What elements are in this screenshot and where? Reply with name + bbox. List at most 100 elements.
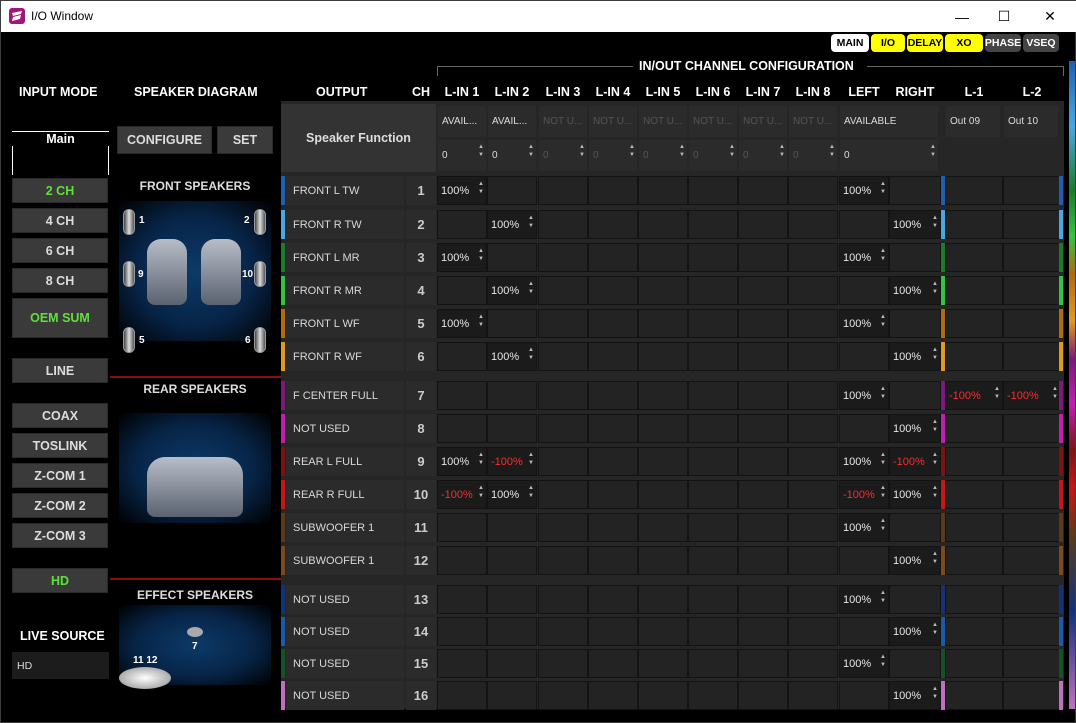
matrix-cell[interactable] [738, 513, 788, 542]
matrix-cell[interactable] [738, 342, 788, 371]
mix-level-value[interactable]: -100% ▲ ▼ [438, 481, 486, 508]
matrix-cell[interactable] [889, 649, 941, 678]
speaker-function-cell[interactable]: NOT USED [286, 649, 404, 678]
config-status-0[interactable]: AVAIL... [438, 106, 486, 137]
matrix-cell[interactable] [945, 681, 1003, 710]
minimize-button[interactable]: — [939, 1, 985, 32]
matrix-cell[interactable] [638, 309, 688, 338]
matrix-cell[interactable] [437, 546, 487, 575]
matrix-cell[interactable] [588, 414, 638, 443]
matrix-cell[interactable] [788, 210, 838, 239]
mix-level-value[interactable]: 100% ▲ ▼ [438, 310, 486, 337]
matrix-cell[interactable] [788, 309, 838, 338]
matrix-cell[interactable] [889, 309, 941, 338]
spinner-arrows-icon[interactable]: ▲ ▼ [779, 143, 785, 159]
matrix-cell[interactable] [945, 546, 1003, 575]
input-mode-4-ch[interactable]: 4 CH [12, 208, 108, 233]
matrix-cell[interactable] [889, 243, 941, 272]
matrix-cell[interactable] [945, 276, 1003, 305]
matrix-cell[interactable] [839, 342, 889, 371]
mix-level-value[interactable]: 100% ▲ ▼ [488, 343, 536, 370]
matrix-cell[interactable] [738, 210, 788, 239]
matrix-cell[interactable] [945, 210, 1003, 239]
input-mode-oem-sum[interactable]: OEM SUM [12, 298, 108, 338]
matrix-cell[interactable] [1003, 513, 1061, 542]
matrix-cell[interactable] [487, 585, 537, 614]
nav-button-phase[interactable]: PHASE [985, 34, 1021, 52]
matrix-cell[interactable] [688, 309, 738, 338]
spinner-arrows-icon[interactable]: ▲ ▼ [932, 451, 938, 467]
matrix-cell[interactable] [738, 480, 788, 509]
spinner-arrows-icon[interactable]: ▲ ▼ [1052, 385, 1058, 401]
matrix-cell[interactable] [945, 243, 1003, 272]
spinner-arrows-icon[interactable]: ▲ ▼ [478, 313, 484, 329]
matrix-cell[interactable] [1003, 617, 1061, 646]
matrix-cell[interactable] [788, 276, 838, 305]
matrix-cell[interactable] [487, 309, 537, 338]
speaker-1-icon[interactable] [123, 209, 135, 235]
matrix-cell[interactable] [638, 276, 688, 305]
matrix-cell[interactable] [839, 546, 889, 575]
matrix-cell[interactable] [788, 546, 838, 575]
speaker-5-icon[interactable] [123, 327, 135, 353]
matrix-cell[interactable] [738, 276, 788, 305]
config-value-0[interactable]: 0 ▲ ▼ [438, 140, 486, 171]
matrix-cell[interactable] [588, 585, 638, 614]
spinner-arrows-icon[interactable]: ▲ ▼ [880, 589, 886, 605]
matrix-cell[interactable] [588, 480, 638, 509]
matrix-cell[interactable] [788, 342, 838, 371]
config-status-4[interactable]: NOT U... [639, 106, 687, 137]
matrix-cell[interactable] [788, 649, 838, 678]
spinner-arrows-icon[interactable]: ▲ ▼ [478, 484, 484, 500]
matrix-cell[interactable] [788, 513, 838, 542]
digital-input-toslink[interactable]: TOSLINK [12, 433, 108, 458]
matrix-cell[interactable] [487, 381, 537, 410]
speaker-9-icon[interactable] [123, 261, 135, 287]
matrix-cell[interactable] [437, 342, 487, 371]
config-status-3[interactable]: NOT U... [589, 106, 637, 137]
close-button[interactable]: ✕ [1027, 1, 1073, 32]
speaker-function-cell[interactable]: REAR R FULL [286, 480, 404, 509]
matrix-cell[interactable] [538, 681, 588, 710]
matrix-cell[interactable] [538, 447, 588, 476]
matrix-cell[interactable] [945, 649, 1003, 678]
spinner-arrows-icon[interactable]: ▲ ▼ [579, 143, 585, 159]
nav-button-main[interactable]: MAIN [831, 34, 869, 52]
matrix-cell[interactable] [688, 381, 738, 410]
config-status-11[interactable]: Out 10 [1004, 106, 1058, 137]
matrix-cell[interactable] [1003, 447, 1061, 476]
mix-level-value[interactable]: 100% ▲ ▼ [890, 415, 940, 442]
matrix-cell[interactable] [788, 381, 838, 410]
speaker-function-cell[interactable]: REAR L FULL [286, 447, 404, 476]
matrix-cell[interactable] [588, 243, 638, 272]
matrix-cell[interactable] [688, 649, 738, 678]
matrix-cell[interactable] [788, 176, 838, 205]
hd-button[interactable]: HD [12, 568, 108, 593]
matrix-cell[interactable] [538, 649, 588, 678]
matrix-cell[interactable] [588, 342, 638, 371]
speaker-10-icon[interactable] [254, 261, 266, 287]
matrix-cell[interactable] [588, 649, 638, 678]
matrix-cell[interactable] [538, 480, 588, 509]
matrix-cell[interactable] [788, 617, 838, 646]
matrix-cell[interactable] [538, 381, 588, 410]
matrix-cell[interactable] [945, 342, 1003, 371]
speaker-function-cell[interactable]: FRONT R MR [286, 276, 404, 305]
matrix-cell[interactable] [638, 585, 688, 614]
mix-level-value[interactable]: 100% ▲ ▼ [890, 277, 940, 304]
mix-level-value[interactable]: 100% ▲ ▼ [840, 244, 888, 271]
spinner-arrows-icon[interactable]: ▲ ▼ [528, 143, 534, 159]
spinner-arrows-icon[interactable]: ▲ ▼ [478, 247, 484, 263]
mix-level-value[interactable]: 100% ▲ ▼ [840, 514, 888, 541]
speaker-6-icon[interactable] [254, 327, 266, 353]
matrix-cell[interactable] [738, 649, 788, 678]
matrix-cell[interactable] [588, 309, 638, 338]
matrix-cell[interactable] [1003, 176, 1061, 205]
matrix-cell[interactable] [688, 513, 738, 542]
config-status-1[interactable]: AVAIL... [488, 106, 536, 137]
matrix-cell[interactable] [1003, 414, 1061, 443]
nav-button-io[interactable]: I/O [871, 34, 905, 52]
matrix-cell[interactable] [889, 585, 941, 614]
spinner-arrows-icon[interactable]: ▲ ▼ [528, 280, 534, 296]
matrix-cell[interactable] [437, 617, 487, 646]
